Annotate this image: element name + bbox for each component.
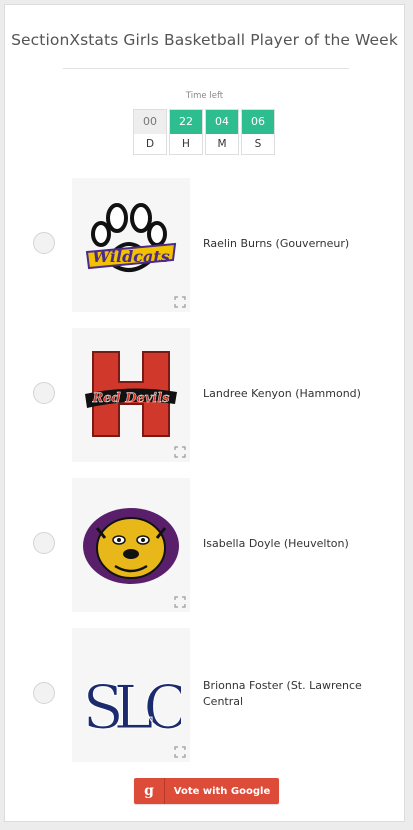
option-radio[interactable] bbox=[33, 382, 55, 404]
expand-icon[interactable] bbox=[174, 296, 186, 308]
slc-monogram-logo: SLC bbox=[82, 673, 181, 741]
poll-card: SectionXstats Girls Basketball Player of… bbox=[4, 4, 405, 822]
countdown-seconds-value: 06 bbox=[242, 110, 274, 134]
option-label: Isabella Doyle (Heuvelton) bbox=[203, 537, 349, 550]
countdown-minutes-value: 04 bbox=[206, 110, 238, 134]
option-thumbnail[interactable]: Red Devils bbox=[72, 328, 190, 462]
title-divider bbox=[63, 68, 349, 69]
option-radio[interactable] bbox=[33, 232, 55, 254]
option-thumbnail[interactable]: SLC bbox=[72, 628, 190, 762]
slc-logo-text: SLC bbox=[83, 673, 181, 740]
option-thumbnail[interactable] bbox=[72, 478, 190, 612]
countdown-days: 00 D bbox=[133, 109, 167, 155]
expand-icon[interactable] bbox=[174, 596, 186, 608]
bulldog-logo bbox=[83, 508, 179, 584]
poll-option[interactable]: Red Devils Landree Kenyon (Hammond) bbox=[5, 328, 406, 462]
countdown-minutes-unit: M bbox=[206, 134, 238, 154]
option-radio[interactable] bbox=[33, 532, 55, 554]
expand-icon[interactable] bbox=[174, 446, 186, 458]
countdown-hours-unit: H bbox=[170, 134, 202, 154]
countdown-timer: 00 D 22 H 04 M 06 S bbox=[133, 109, 275, 155]
expand-icon[interactable] bbox=[174, 746, 186, 758]
countdown-seconds-unit: S bbox=[242, 134, 274, 154]
option-radio[interactable] bbox=[33, 682, 55, 704]
red-devils-h-logo: Red Devils bbox=[85, 351, 177, 437]
countdown-days-value: 00 bbox=[134, 110, 166, 134]
option-label: Brionna Foster (St. Lawrence Central bbox=[203, 679, 362, 708]
countdown-hours: 22 H bbox=[169, 109, 203, 155]
poll-option[interactable]: Isabella Doyle (Heuvelton) bbox=[5, 478, 406, 612]
wildcats-logo-text: Wildcats bbox=[92, 247, 170, 266]
option-label: Raelin Burns (Gouverneur) bbox=[203, 237, 350, 250]
poll-title: SectionXstats Girls Basketball Player of… bbox=[11, 31, 398, 49]
vote-button-label: Vote with Google bbox=[173, 785, 271, 797]
option-thumbnail[interactable]: Wildcats bbox=[72, 178, 190, 312]
countdown-minutes: 04 M bbox=[205, 109, 239, 155]
option-label: Landree Kenyon (Hammond) bbox=[203, 387, 361, 400]
poll-option[interactable]: Wildcats Raelin Burns (Gouverneur) bbox=[5, 178, 406, 312]
countdown-days-unit: D bbox=[134, 134, 166, 154]
google-g-icon: g bbox=[134, 778, 165, 804]
countdown-seconds: 06 S bbox=[241, 109, 275, 155]
wildcats-paw-logo: Wildcats bbox=[85, 203, 177, 272]
red-devils-logo-text: Red Devils bbox=[92, 391, 171, 406]
countdown-hours-value: 22 bbox=[170, 110, 202, 134]
time-left-label: Time left bbox=[185, 91, 224, 101]
poll-option[interactable]: SLC Brionna Foster (St. Lawrence Central bbox=[5, 628, 406, 762]
vote-with-google-button[interactable]: g Vote with Google bbox=[134, 778, 279, 804]
